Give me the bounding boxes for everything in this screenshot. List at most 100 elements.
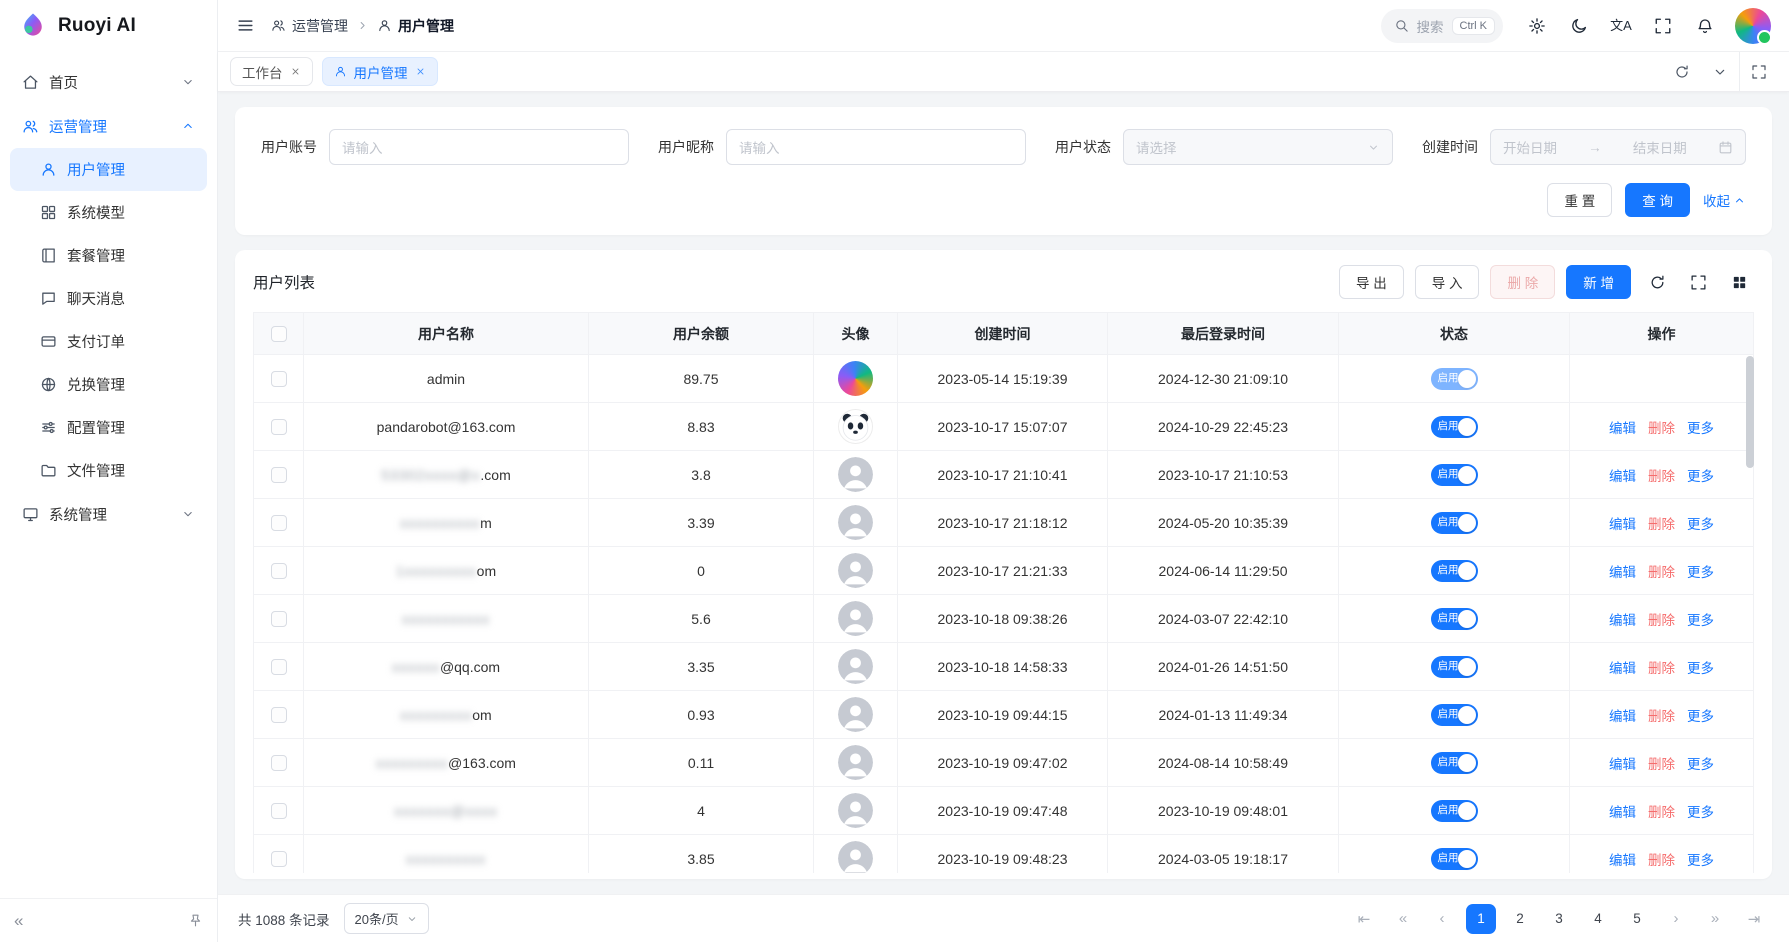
more-link[interactable]: 更多	[1687, 421, 1714, 436]
sidebar-item-user[interactable]: 用户管理	[10, 148, 207, 191]
row-checkbox[interactable]	[271, 419, 287, 435]
row-checkbox[interactable]	[271, 515, 287, 531]
edit-link[interactable]: 编辑	[1609, 613, 1636, 628]
prev-page-button[interactable]: ‹	[1427, 904, 1457, 934]
search-button[interactable]: 查 询	[1625, 183, 1690, 217]
settings-button[interactable]	[1519, 8, 1555, 44]
breadcrumb-user-management[interactable]: 用户管理	[377, 16, 454, 36]
row-checkbox[interactable]	[271, 563, 287, 579]
row-checkbox[interactable]	[271, 659, 287, 675]
sidebar-item-model[interactable]: 系统模型	[10, 191, 207, 234]
row-checkbox[interactable]	[271, 467, 287, 483]
close-icon[interactable]	[415, 66, 426, 77]
add-button[interactable]: 新 增	[1566, 265, 1631, 299]
delete-link[interactable]: 删除	[1648, 853, 1675, 868]
global-search[interactable]: 搜索 Ctrl K	[1381, 9, 1504, 43]
page-size-select[interactable]: 20条/页	[344, 903, 429, 934]
refresh-table-button[interactable]	[1642, 267, 1672, 297]
row-checkbox[interactable]	[271, 707, 287, 723]
status-toggle[interactable]: 启用	[1431, 560, 1478, 582]
delete-link[interactable]: 删除	[1648, 469, 1675, 484]
status-toggle[interactable]: 启用	[1431, 704, 1478, 726]
delete-link[interactable]: 删除	[1648, 565, 1675, 580]
tab-user-management[interactable]: 用户管理	[322, 57, 438, 86]
sidebar-item-operations[interactable]: 运营管理	[10, 104, 207, 148]
more-link[interactable]: 更多	[1687, 853, 1714, 868]
nickname-input[interactable]: 请输入	[726, 129, 1026, 165]
sidebar-item-home[interactable]: 首页	[10, 60, 207, 104]
delete-link[interactable]: 删除	[1648, 805, 1675, 820]
breadcrumb-operations[interactable]: 运营管理	[271, 16, 348, 36]
collapse-filters-link[interactable]: 收起	[1703, 190, 1746, 210]
user-avatar[interactable]	[1735, 8, 1771, 44]
status-select[interactable]: 请选择	[1123, 129, 1393, 165]
export-button[interactable]: 导 出	[1339, 265, 1404, 299]
last-page-button[interactable]: ⇥	[1739, 904, 1769, 934]
row-checkbox[interactable]	[271, 803, 287, 819]
jump-forward-button[interactable]: »	[1700, 904, 1730, 934]
import-button[interactable]: 导 入	[1415, 265, 1480, 299]
edit-link[interactable]: 编辑	[1609, 757, 1636, 772]
edit-link[interactable]: 编辑	[1609, 565, 1636, 580]
more-link[interactable]: 更多	[1687, 709, 1714, 724]
edit-link[interactable]: 编辑	[1609, 517, 1636, 532]
status-toggle[interactable]: 启用	[1431, 848, 1478, 870]
edit-link[interactable]: 编辑	[1609, 421, 1636, 436]
fullscreen-button[interactable]	[1645, 8, 1681, 44]
more-link[interactable]: 更多	[1687, 805, 1714, 820]
sidebar-item-exchange[interactable]: 兑换管理	[10, 363, 207, 406]
sidebar-item-config[interactable]: 配置管理	[10, 406, 207, 449]
status-toggle[interactable]: 启用	[1431, 800, 1478, 822]
collapse-sidebar-button[interactable]: «	[14, 911, 23, 931]
first-page-button[interactable]: ⇤	[1349, 904, 1379, 934]
tab-workbench[interactable]: 工作台	[230, 57, 313, 86]
sidebar-item-system[interactable]: 系统管理	[10, 492, 207, 536]
page-button-1[interactable]: 1	[1466, 904, 1496, 934]
status-toggle[interactable]: 启用	[1431, 464, 1478, 486]
date-range-input[interactable]: 开始日期 → 结束日期	[1490, 129, 1746, 165]
edit-link[interactable]: 编辑	[1609, 661, 1636, 676]
status-toggle[interactable]: 启用	[1431, 656, 1478, 678]
tab-menu-button[interactable]	[1701, 52, 1739, 91]
delete-link[interactable]: 删除	[1648, 661, 1675, 676]
content-fullscreen-button[interactable]	[1739, 52, 1777, 91]
status-toggle[interactable]: 启用	[1431, 608, 1478, 630]
next-page-button[interactable]: ›	[1661, 904, 1691, 934]
close-icon[interactable]	[290, 66, 301, 77]
row-checkbox[interactable]	[271, 851, 287, 867]
sidebar-item-payment[interactable]: 支付订单	[10, 320, 207, 363]
status-toggle[interactable]: 启用	[1431, 752, 1478, 774]
delete-link[interactable]: 删除	[1648, 517, 1675, 532]
row-checkbox[interactable]	[271, 611, 287, 627]
hamburger-icon[interactable]	[236, 16, 255, 35]
more-link[interactable]: 更多	[1687, 517, 1714, 532]
delete-link[interactable]: 删除	[1648, 421, 1675, 436]
sidebar-item-package[interactable]: 套餐管理	[10, 234, 207, 277]
dark-mode-button[interactable]	[1561, 8, 1597, 44]
edit-link[interactable]: 编辑	[1609, 805, 1636, 820]
more-link[interactable]: 更多	[1687, 469, 1714, 484]
status-toggle[interactable]: 启用	[1431, 368, 1478, 390]
more-link[interactable]: 更多	[1687, 661, 1714, 676]
more-link[interactable]: 更多	[1687, 757, 1714, 772]
page-button-4[interactable]: 4	[1583, 904, 1613, 934]
account-input[interactable]: 请输入	[329, 129, 629, 165]
status-toggle[interactable]: 启用	[1431, 512, 1478, 534]
delete-link[interactable]: 删除	[1648, 613, 1675, 628]
page-button-5[interactable]: 5	[1622, 904, 1652, 934]
jump-back-button[interactable]: «	[1388, 904, 1418, 934]
status-toggle[interactable]: 启用	[1431, 416, 1478, 438]
delete-link[interactable]: 删除	[1648, 709, 1675, 724]
delete-link[interactable]: 删除	[1648, 757, 1675, 772]
page-button-3[interactable]: 3	[1544, 904, 1574, 934]
edit-link[interactable]: 编辑	[1609, 469, 1636, 484]
more-link[interactable]: 更多	[1687, 565, 1714, 580]
reset-button[interactable]: 重 置	[1547, 183, 1612, 217]
delete-button[interactable]: 删 除	[1490, 265, 1555, 299]
row-checkbox[interactable]	[271, 755, 287, 771]
page-button-2[interactable]: 2	[1505, 904, 1535, 934]
table-fullscreen-button[interactable]	[1683, 267, 1713, 297]
refresh-tab-button[interactable]	[1663, 52, 1701, 91]
pin-icon[interactable]	[188, 913, 203, 928]
table-scrollbar[interactable]	[1746, 356, 1754, 869]
